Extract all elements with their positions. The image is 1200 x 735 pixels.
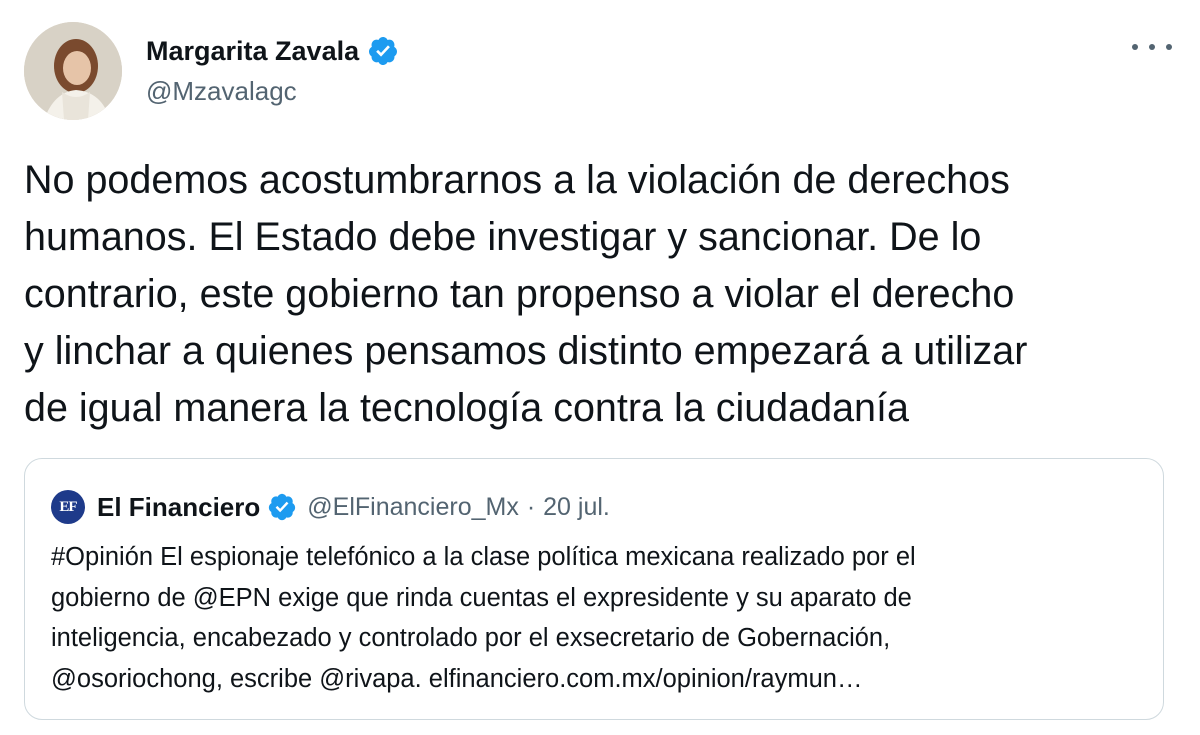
quoted-author-avatar[interactable]: EF xyxy=(51,490,85,524)
avatar-photo-icon xyxy=(24,22,122,120)
quoted-author-handle[interactable]: @ElFinanciero_Mx xyxy=(307,493,519,522)
verified-badge-icon xyxy=(367,35,399,67)
tweet-text: No podemos acostumbrarnos a la violación… xyxy=(24,158,1028,430)
more-dot xyxy=(1132,44,1138,50)
quoted-author-name[interactable]: El Financiero xyxy=(97,492,260,523)
more-options-icon[interactable] xyxy=(1132,34,1172,60)
avatar[interactable] xyxy=(24,22,122,120)
quoted-tweet-text: #Opinión El espionaje telefónico a la cl… xyxy=(51,543,916,693)
quoted-separator: · xyxy=(526,492,536,521)
author-name-row: Margarita Zavala xyxy=(146,34,399,68)
tweet-card: Margarita Zavala @Mzavalagc No podemos a… xyxy=(0,0,1200,735)
more-dot xyxy=(1149,44,1155,50)
quoted-verified-badge-icon xyxy=(267,492,297,522)
author-block[interactable]: Margarita Zavala @Mzavalagc xyxy=(146,34,399,107)
more-dot xyxy=(1166,44,1172,50)
quoted-tweet-header: EF El Financiero @ElFinanciero_Mx · 20 j… xyxy=(51,489,610,525)
author-handle[interactable]: @Mzavalagc xyxy=(146,76,399,107)
quoted-tweet[interactable]: EF El Financiero @ElFinanciero_Mx · 20 j… xyxy=(24,458,1164,720)
author-name[interactable]: Margarita Zavala xyxy=(146,36,359,67)
quoted-date[interactable]: 20 jul. xyxy=(543,493,610,522)
